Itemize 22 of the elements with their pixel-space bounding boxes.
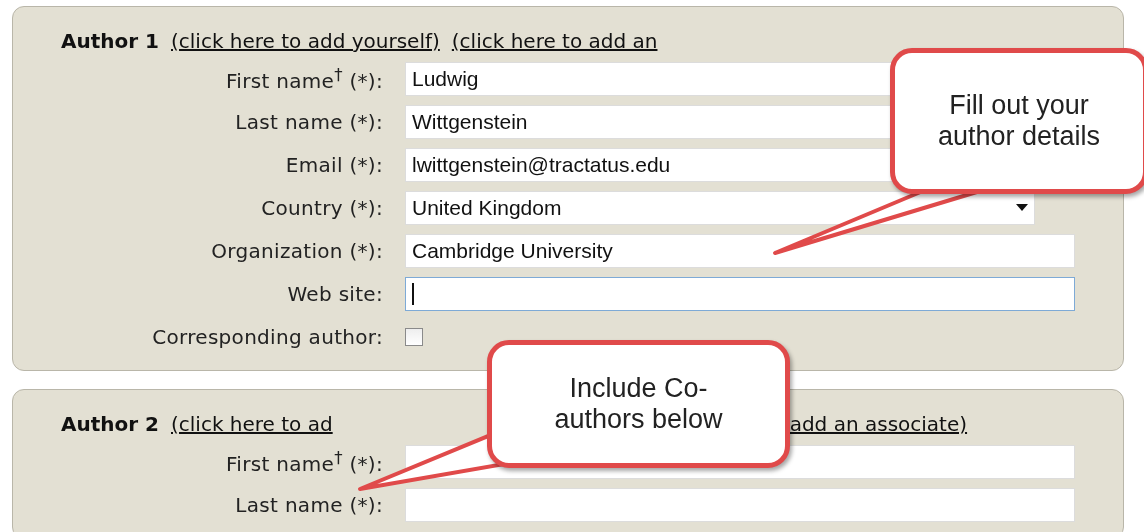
field-label: First name$^{†}$ (*): <box>225 447 383 476</box>
field-label: Last name (*): <box>234 492 383 517</box>
field-label: Web site: <box>286 281 383 306</box>
text-cursor <box>412 282 414 305</box>
field-label: Last name (*): <box>234 109 383 134</box>
author-heading: Author 1 <box>61 29 159 53</box>
add-link[interactable]: (click here to add an <box>451 29 658 53</box>
dropdown-arrow-icon <box>1016 204 1028 211</box>
checkbox[interactable] <box>405 327 423 346</box>
callout-text: Include Co-authors below <box>553 372 724 436</box>
add-link[interactable]: (click here to add yourself) <box>171 29 440 53</box>
country-dropdown[interactable]: United Kingdom <box>405 190 1035 225</box>
field-label: Corresponding author: <box>151 324 383 349</box>
author-heading: Author 2 <box>61 412 159 436</box>
field-label: First name$^{†}$ (*): <box>225 64 383 93</box>
add-link[interactable]: add an associate) <box>789 412 968 436</box>
add-link[interactable]: (click here to ad <box>171 412 333 436</box>
field-label: Country (*): <box>260 195 383 220</box>
field-label: Organization (*): <box>210 238 383 263</box>
text-field[interactable]: Cambridge University <box>405 233 1075 268</box>
text-field[interactable] <box>405 276 1075 311</box>
field-label: Email (*): <box>284 152 383 177</box>
